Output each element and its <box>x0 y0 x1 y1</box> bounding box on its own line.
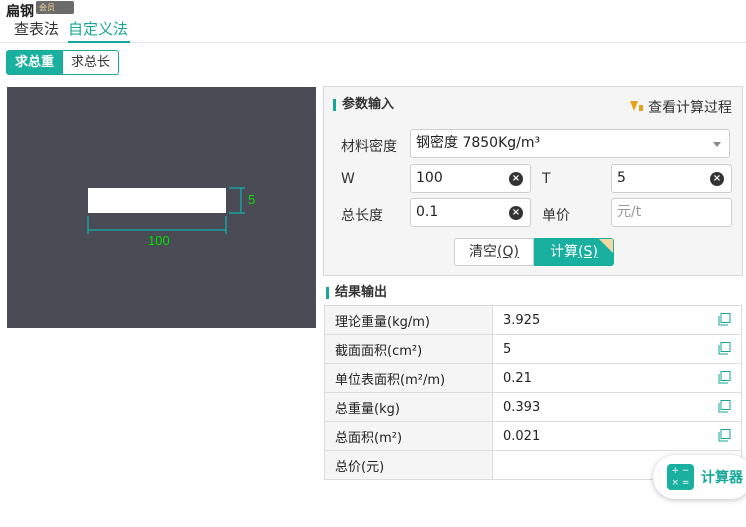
copy-icon[interactable] <box>717 429 731 442</box>
result-label: 总重量(kg) <box>324 392 493 422</box>
t-input[interactable]: 5 × <box>611 164 732 193</box>
copy-icon[interactable] <box>717 313 731 326</box>
density-select[interactable]: 钢密度 7850Kg/m³ <box>410 129 730 158</box>
tab-custom[interactable]: 自定义法 <box>68 19 130 43</box>
table-row: 截面面积(cm²) 5 <box>324 334 742 364</box>
section-diagram: 5 100 <box>7 87 316 328</box>
table-row: 总面积(m²) 0.021 <box>324 421 742 451</box>
result-value: 0.393 <box>492 392 742 422</box>
vip-badge: 会员 <box>36 1 74 14</box>
w-input[interactable]: 100 × <box>410 164 531 193</box>
calculator-button[interactable]: + − × = 计算器 <box>653 455 746 499</box>
results-title: 结果输出 <box>326 286 387 299</box>
clear-button[interactable]: 清空(Q) <box>454 238 534 266</box>
result-value: 0.21 <box>492 363 742 393</box>
chevron-down-icon <box>713 142 721 147</box>
table-row: 单位表面积(m²/m) 0.21 <box>324 363 742 393</box>
result-label: 截面面积(cm²) <box>324 334 493 364</box>
view-calc-process-link[interactable]: 查看计算过程 <box>630 97 732 117</box>
calculate-button[interactable]: 计算(S) <box>534 238 614 266</box>
result-value: 3.925 <box>492 305 742 335</box>
t-label: T <box>542 171 551 187</box>
copy-icon[interactable] <box>717 371 731 384</box>
result-label: 总价(元) <box>324 450 493 480</box>
length-label: 总长度 <box>341 208 383 224</box>
result-label: 单位表面积(m²/m) <box>324 363 493 393</box>
result-value: 5 <box>492 334 742 364</box>
density-label: 材料密度 <box>341 139 397 155</box>
table-row: 理论重量(kg/m) 3.925 <box>324 305 742 335</box>
flat-bar-diagram: 5 100 <box>87 187 255 248</box>
w-label: W <box>341 171 355 187</box>
calculator-icon: + − × = <box>667 464 694 490</box>
tab-lookup[interactable]: 查表法 <box>14 19 59 43</box>
clear-t-icon[interactable]: × <box>710 172 724 186</box>
length-input[interactable]: 0.1 × <box>410 198 531 227</box>
table-row: 总重量(kg) 0.393 <box>324 392 742 422</box>
height-dimension-label: 5 <box>248 192 255 207</box>
flat-bar-shape <box>88 188 226 213</box>
copy-icon[interactable] <box>717 342 731 355</box>
mode-total-length-button[interactable]: 求总长 <box>62 50 119 75</box>
width-dimension-label: 100 <box>148 233 170 248</box>
clear-length-icon[interactable]: × <box>509 206 523 220</box>
method-tabs: 查表法 自定义法 <box>0 18 746 43</box>
vip-icon <box>630 101 643 111</box>
price-input[interactable]: 元/t <box>611 198 732 227</box>
input-panel-title: 参数输入 <box>333 98 394 111</box>
price-label: 单价 <box>542 208 570 224</box>
result-label: 总面积(m²) <box>324 421 493 451</box>
input-panel: 参数输入 查看计算过程 材料密度 钢密度 7850Kg/m³ W 100 × T… <box>323 86 743 276</box>
results-table: 理论重量(kg/m) 3.925 截面面积(cm²) 5 单位表面积(m²/m)… <box>324 305 742 480</box>
result-label: 理论重量(kg/m) <box>324 305 493 335</box>
vip-corner-icon <box>599 239 613 253</box>
clear-w-icon[interactable]: × <box>509 172 523 186</box>
copy-icon[interactable] <box>717 400 731 413</box>
result-value: 0.021 <box>492 421 742 451</box>
mode-total-weight-button[interactable]: 求总重 <box>6 50 63 75</box>
